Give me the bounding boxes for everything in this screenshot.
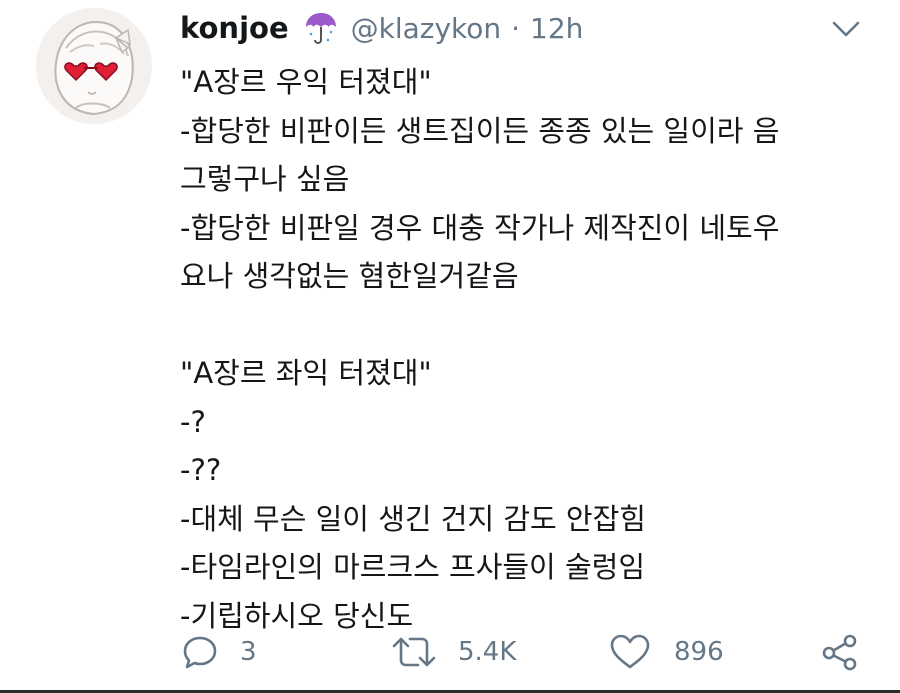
tweet-line: -합당한 비판일 경우 대충 작가나 제작진이 네토우 bbox=[180, 210, 780, 245]
tweet-line: -타임라인의 마르크스 프사들이 술렁임 bbox=[180, 550, 645, 584]
tweet-line: 요나 생각없는 혐한일거같음 bbox=[180, 259, 519, 293]
tweet-line: -대체 무슨 일이 생긴 건지 감도 안잡힘 bbox=[180, 501, 646, 536]
tweet-line: "A장르 우익 터졌대" bbox=[180, 65, 432, 99]
tweet-header: konjoe @klazykon · 12h bbox=[180, 8, 583, 48]
reply-icon bbox=[183, 636, 217, 669]
timestamp[interactable]: 12h bbox=[530, 12, 583, 45]
share-button[interactable] bbox=[820, 628, 860, 676]
tweet-line: -합당한 비판이든 생트집이든 종종 있는 일이라 음 bbox=[180, 113, 780, 148]
share-icon bbox=[822, 634, 857, 671]
tweet-line: "A장르 좌익 터졌대" bbox=[180, 356, 432, 390]
chevron-down-icon[interactable] bbox=[826, 14, 866, 44]
tweet-line: 그렇구나 싶음 bbox=[180, 162, 350, 196]
tweet-line: -? bbox=[180, 404, 206, 439]
tweet-line: -?? bbox=[180, 453, 222, 487]
avatar-illustration bbox=[36, 8, 152, 124]
tweet-text: "A장르 우익 터졌대" -합당한 비판이든 생트집이든 종종 있는 일이라 음… bbox=[180, 58, 880, 640]
user-handle[interactable]: @klazykon bbox=[351, 12, 502, 45]
heart-icon bbox=[610, 634, 650, 669]
separator-dot: · bbox=[511, 11, 521, 45]
retweet-icon bbox=[392, 637, 436, 667]
reply-button[interactable]: 3 bbox=[180, 628, 257, 676]
display-name[interactable]: konjoe bbox=[180, 11, 289, 45]
avatar[interactable] bbox=[36, 8, 152, 124]
reply-count: 3 bbox=[240, 637, 257, 667]
like-count: 896 bbox=[674, 637, 724, 667]
retweet-count: 5.4K bbox=[458, 637, 517, 667]
retweet-button[interactable]: 5.4K bbox=[390, 628, 516, 676]
umbrella-icon bbox=[305, 13, 336, 44]
tweet-actions: 3 5.4K 896 bbox=[180, 628, 880, 676]
like-button[interactable]: 896 bbox=[608, 628, 724, 676]
